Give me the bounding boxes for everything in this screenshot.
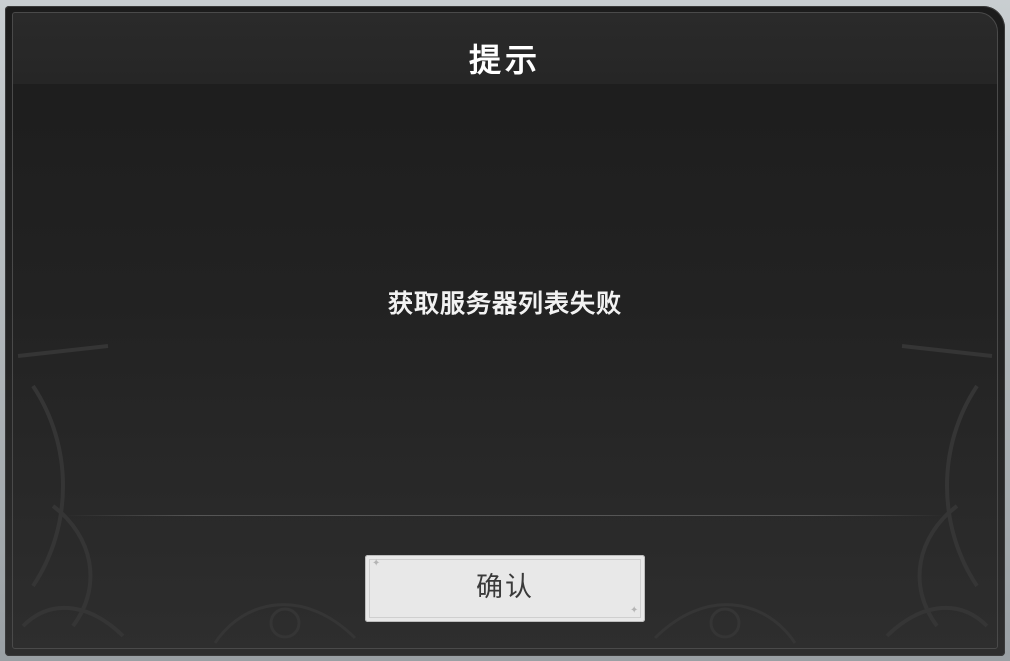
confirm-button[interactable]: ✦ ✦ 确认: [365, 555, 645, 622]
error-message: 获取服务器列表失败: [387, 289, 622, 318]
dialog-header: 提示: [13, 13, 997, 84]
ornament-bottom-left-icon: [213, 603, 357, 644]
dialog-title: 提示: [468, 41, 541, 79]
dialog-inner-border: [12, 12, 998, 649]
app-frame: 提示 获取服务器列表失败 ✦ ✦ 确认: [0, 0, 1010, 661]
divider: [65, 515, 945, 516]
confirm-button-label: 确认: [476, 572, 534, 603]
ornament-bottom-right-icon: [653, 603, 797, 644]
sparkle-icon: ✦: [630, 605, 639, 616]
prompt-dialog: 提示 获取服务器列表失败 ✦ ✦ 确认: [5, 6, 1005, 656]
sparkle-icon: ✦: [372, 558, 381, 569]
ornament-left-icon: [17, 344, 125, 638]
ornament-right-icon: [885, 344, 993, 638]
